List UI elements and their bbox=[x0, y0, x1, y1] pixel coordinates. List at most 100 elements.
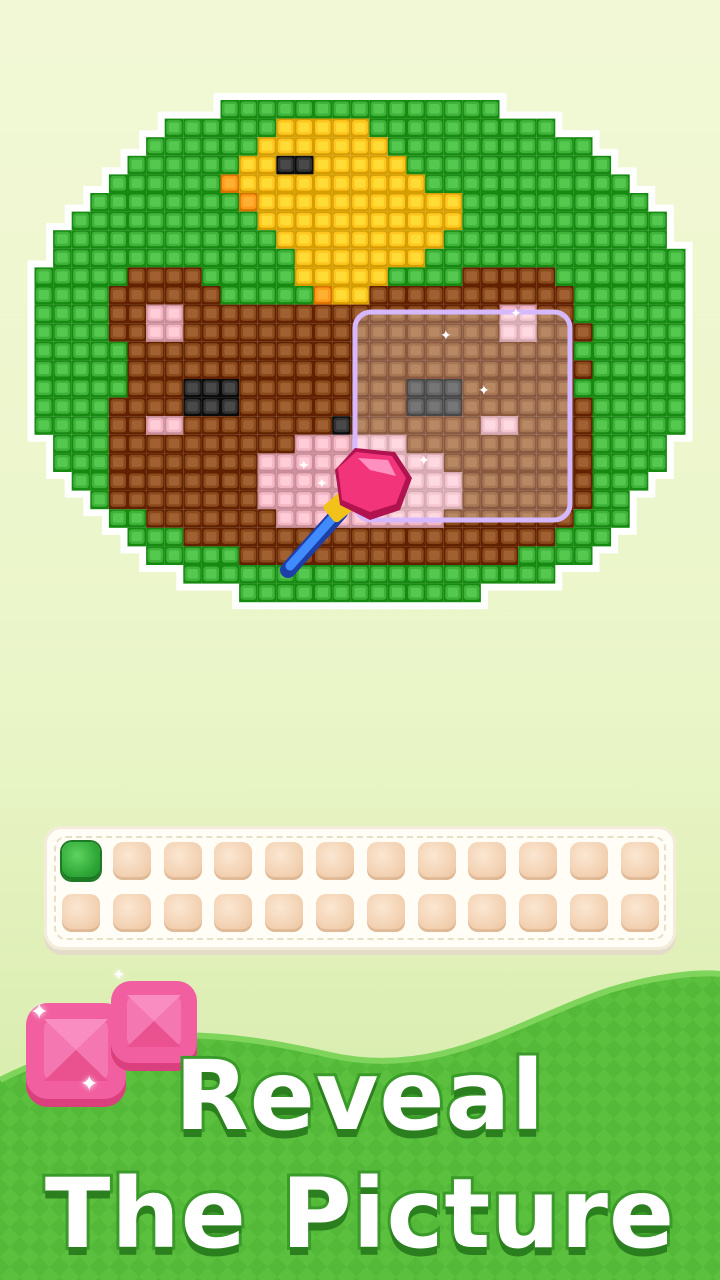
pixel-block[interactable] bbox=[127, 341, 147, 361]
pixel-block[interactable] bbox=[629, 286, 649, 305]
pixel-block[interactable] bbox=[518, 155, 537, 175]
color-slot-empty[interactable] bbox=[265, 894, 304, 932]
pixel-block[interactable] bbox=[201, 341, 221, 361]
pixel-block[interactable] bbox=[276, 304, 295, 324]
pixel-block[interactable] bbox=[71, 323, 91, 342]
pixel-block[interactable] bbox=[201, 565, 221, 584]
pixel-block[interactable] bbox=[443, 174, 463, 193]
pixel-block[interactable] bbox=[71, 286, 91, 305]
pixel-block[interactable] bbox=[313, 323, 333, 342]
pixel-block[interactable] bbox=[666, 323, 686, 342]
pixel-block[interactable] bbox=[146, 379, 165, 398]
pixel-block[interactable] bbox=[146, 341, 165, 361]
pixel-block[interactable] bbox=[369, 527, 388, 547]
pixel-block[interactable] bbox=[294, 193, 314, 212]
pixel-block[interactable] bbox=[332, 379, 351, 398]
pixel-block[interactable] bbox=[406, 546, 426, 565]
pixel-block[interactable] bbox=[257, 100, 277, 119]
pixel-block[interactable] bbox=[127, 286, 147, 305]
pixel-block[interactable] bbox=[443, 118, 463, 138]
pixel-block[interactable] bbox=[462, 118, 481, 138]
pixel-block[interactable] bbox=[611, 434, 630, 454]
pixel-block[interactable] bbox=[239, 472, 258, 491]
pixel-block[interactable] bbox=[499, 211, 519, 231]
pixel-block[interactable] bbox=[127, 434, 147, 454]
pixel-block[interactable] bbox=[406, 193, 426, 212]
pixel-block[interactable] bbox=[611, 174, 630, 193]
pixel-block[interactable] bbox=[425, 527, 444, 547]
pixel-block[interactable] bbox=[592, 174, 612, 193]
pixel-block[interactable] bbox=[648, 397, 667, 417]
pixel-block[interactable] bbox=[369, 267, 388, 286]
pixel-block[interactable] bbox=[146, 434, 165, 454]
pixel-block[interactable] bbox=[313, 379, 333, 398]
pixel-block[interactable] bbox=[536, 155, 556, 175]
pixel-block[interactable] bbox=[499, 267, 519, 286]
pixel-block[interactable] bbox=[294, 174, 314, 193]
pixel-block[interactable] bbox=[666, 416, 686, 435]
pixel-block[interactable] bbox=[294, 509, 314, 528]
pixel-block[interactable] bbox=[276, 193, 295, 212]
pixel-block[interactable] bbox=[257, 490, 277, 510]
pixel-block[interactable] bbox=[53, 360, 72, 379]
pixel-block[interactable] bbox=[239, 248, 258, 268]
pixel-block[interactable] bbox=[257, 379, 277, 398]
pixel-block[interactable] bbox=[480, 546, 500, 565]
pixel-block[interactable] bbox=[555, 527, 574, 547]
pixel-block[interactable] bbox=[592, 360, 612, 379]
pixel-block[interactable] bbox=[183, 118, 202, 138]
pixel-block[interactable] bbox=[257, 583, 277, 603]
pixel-block[interactable] bbox=[201, 527, 221, 547]
pixel-block[interactable] bbox=[108, 509, 128, 528]
pixel-block[interactable] bbox=[313, 341, 333, 361]
pixel-block[interactable] bbox=[127, 230, 147, 249]
pixel-block[interactable] bbox=[201, 434, 221, 454]
pixel-block[interactable] bbox=[164, 397, 184, 417]
pixel-block[interactable] bbox=[406, 267, 426, 286]
pixel-block[interactable] bbox=[146, 267, 165, 286]
pixel-block[interactable] bbox=[666, 267, 686, 286]
pixel-block[interactable] bbox=[276, 583, 295, 603]
pixel-block[interactable] bbox=[648, 341, 667, 361]
pixel-block[interactable] bbox=[71, 397, 91, 417]
pixel-block[interactable] bbox=[573, 248, 593, 268]
pixel-block[interactable] bbox=[573, 453, 593, 472]
color-slot-empty[interactable] bbox=[468, 842, 507, 880]
pixel-block[interactable] bbox=[462, 230, 481, 249]
pixel-block[interactable] bbox=[239, 304, 258, 324]
pixel-block[interactable] bbox=[387, 100, 407, 119]
pixel-block[interactable] bbox=[666, 379, 686, 398]
pixel-block[interactable] bbox=[629, 230, 649, 249]
pixel-block[interactable] bbox=[462, 248, 481, 268]
pixel-block[interactable] bbox=[518, 137, 537, 156]
pixel-block[interactable] bbox=[387, 118, 407, 138]
pixel-block[interactable] bbox=[183, 341, 202, 361]
pixel-block[interactable] bbox=[220, 323, 240, 342]
pixel-block[interactable] bbox=[629, 267, 649, 286]
pixel-block[interactable] bbox=[666, 286, 686, 305]
pixel-block[interactable] bbox=[536, 546, 556, 565]
pixel-block[interactable] bbox=[146, 360, 165, 379]
pixel-block[interactable] bbox=[108, 174, 128, 193]
pixel-block[interactable] bbox=[648, 304, 667, 324]
pixel-block[interactable] bbox=[592, 286, 612, 305]
pixel-block[interactable] bbox=[629, 360, 649, 379]
pixel-block[interactable] bbox=[332, 248, 351, 268]
pixel-block[interactable] bbox=[555, 193, 574, 212]
pixel-block[interactable] bbox=[332, 100, 351, 119]
pixel-block[interactable] bbox=[573, 267, 593, 286]
pixel-block[interactable] bbox=[239, 341, 258, 361]
pixel-block[interactable] bbox=[313, 193, 333, 212]
pixel-block[interactable] bbox=[53, 323, 72, 342]
pixel-block[interactable] bbox=[555, 155, 574, 175]
pixel-block[interactable] bbox=[313, 565, 333, 584]
color-slot-empty[interactable] bbox=[265, 842, 304, 880]
pixel-block[interactable] bbox=[629, 341, 649, 361]
pixel-block[interactable] bbox=[499, 248, 519, 268]
pixel-block[interactable] bbox=[387, 248, 407, 268]
pixel-block[interactable] bbox=[332, 397, 351, 417]
pixel-block[interactable] bbox=[90, 360, 109, 379]
pixel-block[interactable] bbox=[666, 304, 686, 324]
pixel-block[interactable] bbox=[536, 174, 556, 193]
pixel-block[interactable] bbox=[518, 286, 537, 305]
